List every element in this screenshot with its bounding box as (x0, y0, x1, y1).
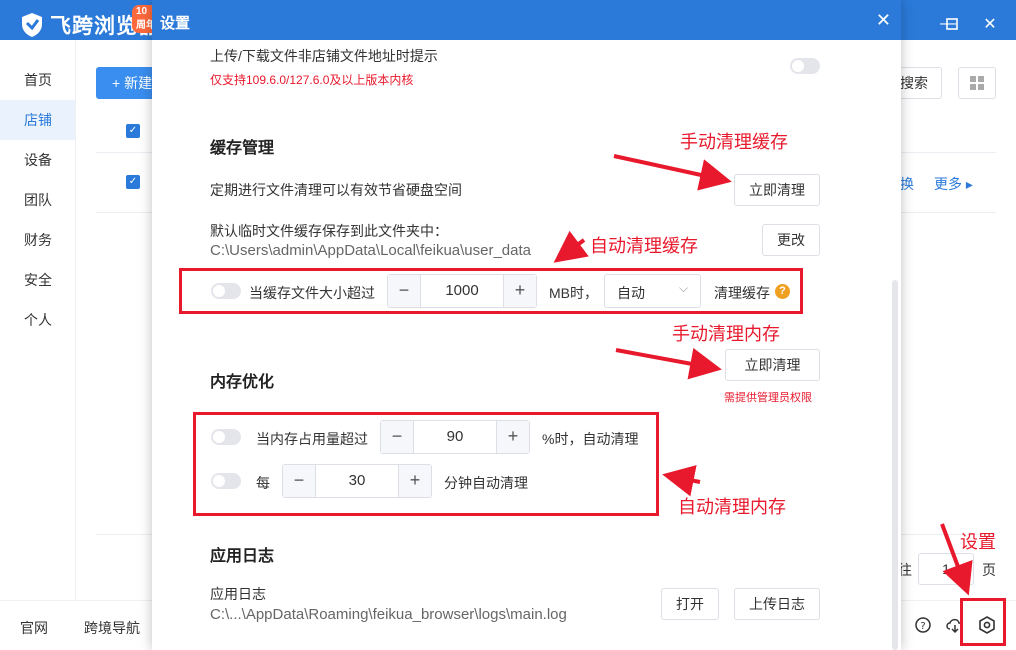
footer-link-nav[interactable]: 跨境导航 (84, 618, 140, 638)
auto-memory-highlight-box (193, 412, 659, 516)
pager-suffix: 页 (982, 562, 996, 578)
logs-open-button[interactable]: 打开 (661, 588, 719, 620)
cache-clean-now-button[interactable]: 立即清理 (734, 174, 820, 206)
row-action-link[interactable]: 换 (900, 174, 914, 194)
svg-text:?: ? (920, 621, 925, 632)
cache-path-label: 默认临时文件缓存保存到此文件夹中： (210, 223, 448, 239)
shield-logo-icon (22, 13, 42, 37)
sidebar-item-security[interactable]: 安全 (0, 260, 75, 300)
memory-heading: 内存优化 (210, 374, 275, 391)
app-logo: 飞跨浏览器 10周年 (20, 5, 160, 39)
annotation-manual-cache: 手动清理缓存 (680, 132, 788, 152)
cache-path-change-button[interactable]: 更改 (762, 224, 820, 256)
cache-desc: 定期进行文件清理可以有效节省硬盘空间 (210, 182, 462, 198)
cache-heading: 缓存管理 (210, 140, 275, 157)
sidebar-item-personal[interactable]: 个人 (0, 300, 75, 340)
sidebar-item-finance[interactable]: 财务 (0, 220, 75, 260)
annotation-auto-memory: 自动清理内存 (678, 497, 786, 517)
memory-admin-note: 需提供管理员权限 (724, 392, 812, 404)
dialog-close-icon[interactable]: ✕ (876, 10, 891, 31)
cache-path-value: C:\Users\admin\AppData\Local\feikua\user… (210, 242, 532, 259)
upload-prompt-label: 上传/下载文件非店铺文件地址时提示 (210, 48, 438, 64)
more-link[interactable]: 更多 ▸ (934, 174, 973, 194)
sidebar: 首页 店铺 设备 团队 财务 安全 个人 (0, 40, 76, 600)
sidebar-item-devices[interactable]: 设备 (0, 140, 75, 180)
settings-highlight-box (960, 598, 1006, 646)
dialog-scrollbar[interactable] (892, 280, 898, 650)
page-input[interactable]: 1 (918, 553, 974, 585)
dialog-header: 设置 ✕ (152, 0, 901, 40)
sidebar-item-home[interactable]: 首页 (0, 60, 75, 100)
sidebar-item-team[interactable]: 团队 (0, 180, 75, 220)
settings-dialog: 设置 ✕ 上传/下载文件非店铺文件地址时提示 仅支持109.6.0/127.6.… (152, 0, 901, 650)
memory-clean-now-button[interactable]: 立即清理 (725, 349, 820, 381)
upload-prompt-toggle[interactable] (790, 58, 820, 74)
logs-upload-button[interactable]: 上传日志 (734, 588, 820, 620)
upload-prompt-note: 仅支持109.6.0/127.6.0及以上版本内核 (210, 73, 414, 87)
annotation-auto-cache: 自动清理缓存 (590, 236, 698, 256)
sidebar-item-shops[interactable]: 店铺 (0, 100, 75, 140)
logs-heading: 应用日志 (210, 548, 275, 565)
logs-path-value: C:\...\AppData\Roaming\feikua_browser\lo… (210, 606, 567, 623)
grid-view-icon[interactable] (958, 67, 996, 99)
logs-label: 应用日志 (210, 586, 266, 602)
select-all-checkbox[interactable]: ✓ (126, 124, 140, 138)
footer-link-website[interactable]: 官网 (20, 618, 48, 638)
annotation-settings: 设置 (960, 532, 996, 552)
auto-cache-highlight-box (179, 268, 803, 314)
row-checkbox[interactable]: ✓ (126, 175, 140, 189)
maximize-icon[interactable] (940, 12, 964, 36)
window-close-icon[interactable]: ✕ (978, 12, 1002, 36)
annotation-manual-memory: 手动清理内存 (672, 324, 780, 344)
help-icon[interactable]: ? (912, 614, 934, 636)
dialog-title: 设置 (160, 15, 191, 32)
